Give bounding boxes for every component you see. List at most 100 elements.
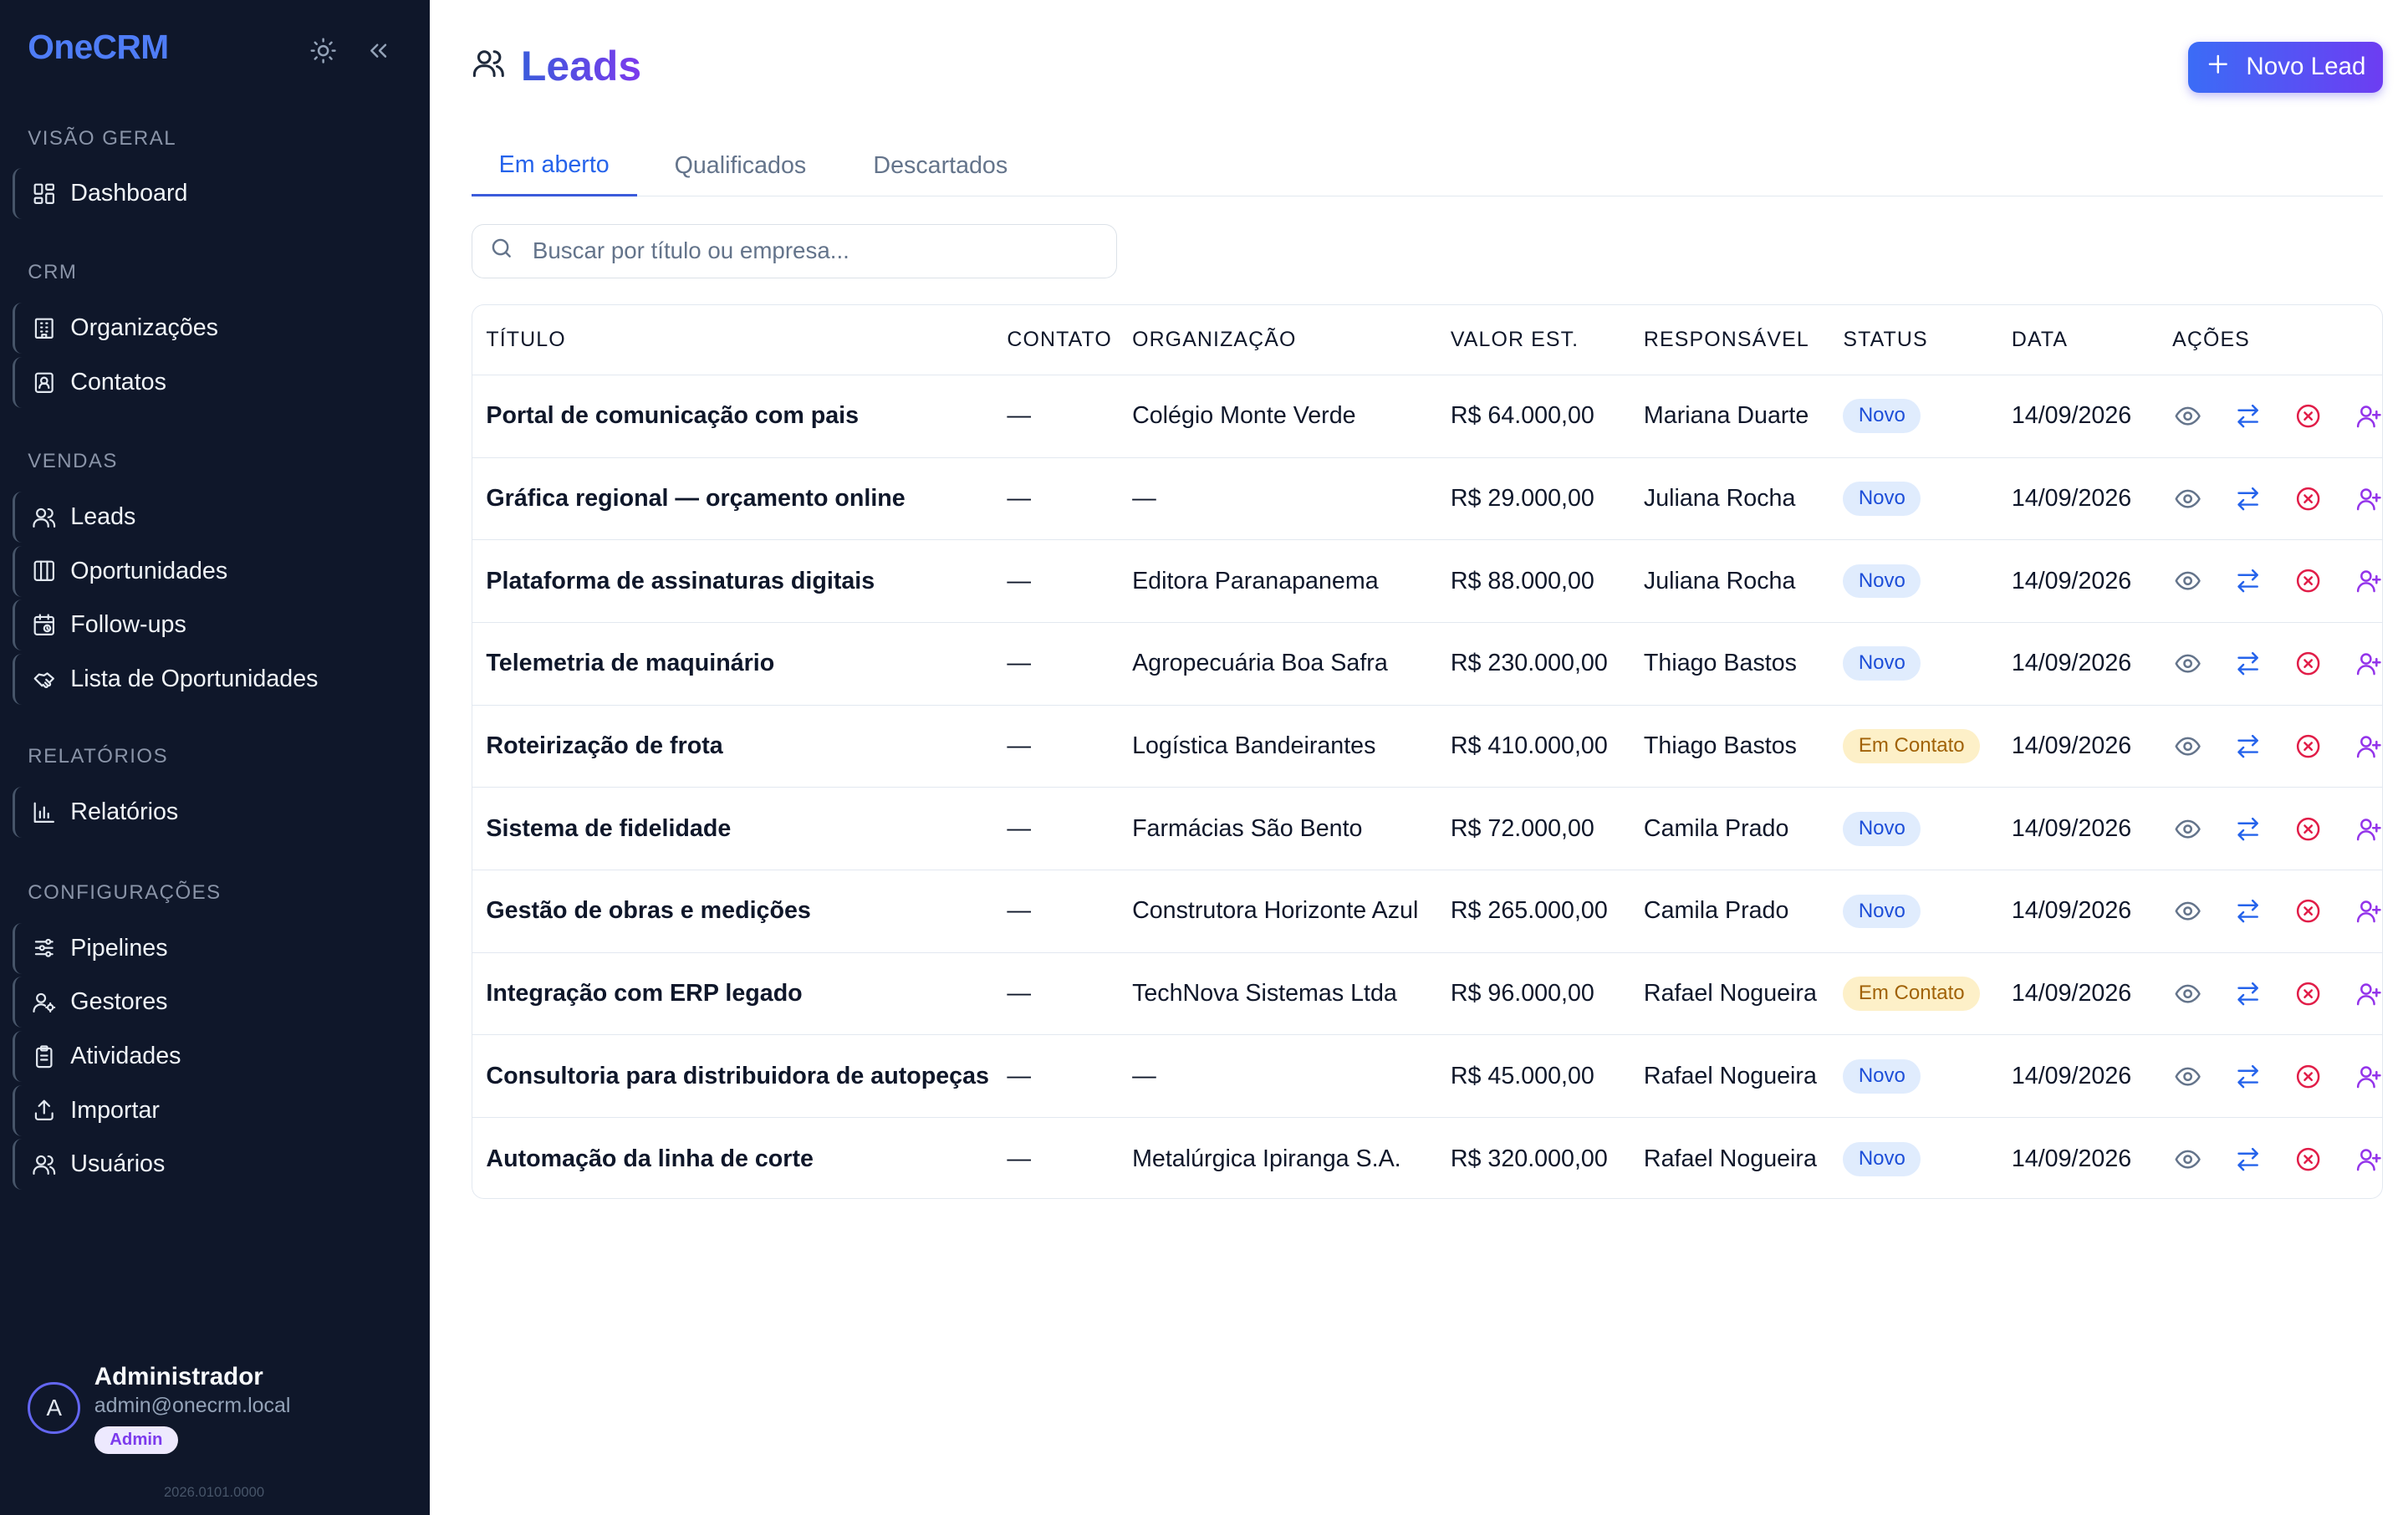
avatar[interactable]: A — [28, 1381, 81, 1435]
table-row[interactable]: Consultoria para distribuidora de autope… — [472, 1034, 2383, 1119]
view-eye-icon[interactable] — [2174, 980, 2201, 1007]
sidebar-item-organizacoes[interactable]: Organizações — [12, 303, 417, 355]
assign-user-icon[interactable] — [2354, 485, 2382, 513]
cell-value: R$ 72.000,00 — [1436, 787, 1630, 871]
assign-user-icon[interactable] — [2354, 732, 2382, 760]
status-tabs: Em aberto Qualificados Descartados — [471, 136, 2384, 196]
convert-arrows-icon[interactable] — [2234, 897, 2262, 925]
sidebar-item-atividades[interactable]: Atividades — [12, 1030, 417, 1082]
table-row[interactable]: Portal de comunicação com pais — Colégio M… — [472, 375, 2383, 458]
column-header-organization[interactable]: ORGANIZAÇÃO — [1118, 305, 1437, 375]
tab-em-aberto[interactable]: Em aberto — [471, 136, 637, 196]
status-badge: Novo — [1843, 482, 1921, 516]
assign-user-icon[interactable] — [2354, 567, 2382, 594]
cell-owner: Juliana Rocha — [1630, 539, 1829, 623]
discard-x-circle-icon[interactable] — [2294, 732, 2322, 760]
discard-x-circle-icon[interactable] — [2294, 1145, 2322, 1173]
tab-descartados[interactable]: Descartados — [850, 136, 1031, 196]
role-badge: Admin — [94, 1426, 178, 1455]
cell-actions — [2158, 705, 2383, 788]
assign-user-icon[interactable] — [2354, 402, 2382, 430]
tab-qualificados[interactable]: Qualificados — [652, 136, 829, 196]
sidebar-item-label: Leads — [70, 502, 136, 530]
convert-arrows-icon[interactable] — [2234, 732, 2262, 760]
assign-user-icon[interactable] — [2354, 1145, 2382, 1173]
table-row[interactable]: Plataforma de assinaturas digitais — Edito… — [472, 539, 2383, 623]
convert-arrows-icon[interactable] — [2234, 1145, 2262, 1173]
sidebar-item-oportunidades[interactable]: Oportunidades — [12, 545, 417, 597]
table-row[interactable]: Integração com ERP legado — TechNova Siste… — [472, 952, 2383, 1036]
assign-user-icon[interactable] — [2354, 897, 2382, 925]
discard-x-circle-icon[interactable] — [2294, 897, 2322, 925]
sidebar-item-relatorios[interactable]: Relatórios — [12, 786, 417, 838]
cell-owner: Thiago Bastos — [1630, 705, 1829, 788]
table-row[interactable]: Automação da linha de corte — Metalúrgica … — [472, 1118, 2383, 1199]
view-eye-icon[interactable] — [2174, 897, 2201, 925]
cell-status: Novo — [1829, 870, 1998, 953]
sidebar-item-contatos[interactable]: Contatos — [12, 357, 417, 408]
column-header-value[interactable]: VALOR EST. — [1436, 305, 1630, 375]
new-lead-button[interactable]: Novo Lead — [2188, 41, 2384, 93]
app-brand[interactable]: OneCRM — [28, 28, 169, 67]
collapse-sidebar-icon[interactable] — [365, 37, 392, 71]
cell-organization: Colégio Monte Verde — [1118, 375, 1437, 458]
discard-x-circle-icon[interactable] — [2294, 567, 2322, 594]
column-header-contact[interactable]: CONTATO — [992, 305, 1119, 375]
convert-arrows-icon[interactable] — [2234, 650, 2262, 677]
sidebar-item-dashboard[interactable]: Dashboard — [12, 168, 417, 220]
assign-user-icon[interactable] — [2354, 980, 2382, 1007]
assign-user-icon[interactable] — [2354, 815, 2382, 843]
column-header-date[interactable]: DATA — [1997, 305, 2159, 375]
convert-arrows-icon[interactable] — [2234, 567, 2262, 594]
sidebar-item-gestores[interactable]: Gestores — [12, 977, 417, 1028]
sidebar-item-usuarios[interactable]: Usuários — [12, 1139, 417, 1191]
view-eye-icon[interactable] — [2174, 402, 2201, 430]
convert-arrows-icon[interactable] — [2234, 485, 2262, 513]
convert-arrows-icon[interactable] — [2234, 815, 2262, 843]
column-header-status[interactable]: STATUS — [1829, 305, 1998, 375]
cell-date: 14/09/2026 — [2011, 1145, 2132, 1172]
view-eye-icon[interactable] — [2174, 732, 2201, 760]
sidebar-item-lista-de-oportunidades[interactable]: Lista de Oportunidades — [12, 653, 417, 705]
dashboard-icon — [32, 181, 70, 207]
view-eye-icon[interactable] — [2174, 485, 2201, 513]
discard-x-circle-icon[interactable] — [2294, 650, 2322, 677]
sidebar-item-importar[interactable]: Importar — [12, 1084, 417, 1136]
column-header-owner[interactable]: RESPONSÁVEL — [1630, 305, 1829, 375]
sidebar-item-label: Usuários — [70, 1150, 166, 1178]
discard-x-circle-icon[interactable] — [2294, 815, 2322, 843]
cell-date: 14/09/2026 — [1997, 457, 2159, 541]
table-row[interactable]: Telemetria de maquinário — Agropecuária Bo… — [472, 622, 2383, 706]
view-eye-icon[interactable] — [2174, 650, 2201, 677]
view-eye-icon[interactable] — [2174, 1063, 2201, 1090]
discard-x-circle-icon[interactable] — [2294, 980, 2322, 1007]
sidebar-item-label: Contatos — [70, 369, 166, 395]
convert-arrows-icon[interactable] — [2234, 980, 2262, 1007]
view-eye-icon[interactable] — [2174, 567, 2201, 594]
sidebar-item-leads[interactable]: Leads — [12, 491, 417, 543]
table-row[interactable]: Gestão de obras e medições — Construtora H… — [472, 870, 2383, 953]
users-icon — [472, 42, 506, 90]
search-input[interactable] — [532, 237, 1089, 265]
sidebar-item-follow-ups[interactable]: Follow-ups — [12, 599, 417, 651]
convert-arrows-icon[interactable] — [2234, 1063, 2262, 1090]
view-eye-icon[interactable] — [2174, 815, 2201, 843]
table-row[interactable]: Roteirização de frota — Logística Bandeira… — [472, 705, 2383, 788]
sidebar-item-pipelines[interactable]: Pipelines — [12, 922, 417, 974]
theme-toggle-icon[interactable] — [309, 37, 337, 71]
convert-arrows-icon[interactable] — [2234, 402, 2262, 430]
assign-user-icon[interactable] — [2354, 1063, 2382, 1090]
cell-actions — [2158, 539, 2383, 623]
table-row[interactable]: Gráfica regional — orçamento online — — R$ … — [472, 457, 2383, 541]
cell-title: Automação da linha de corte — [486, 1145, 814, 1172]
cell-date: 14/09/2026 — [1997, 787, 2159, 871]
discard-x-circle-icon[interactable] — [2294, 485, 2322, 513]
column-header-title[interactable]: TÍTULO — [472, 305, 993, 375]
discard-x-circle-icon[interactable] — [2294, 1063, 2322, 1090]
assign-user-icon[interactable] — [2354, 650, 2382, 677]
table-row[interactable]: Sistema de fidelidade — Farmácias São Bent… — [472, 787, 2383, 871]
view-eye-icon[interactable] — [2174, 1145, 2201, 1173]
sidebar-item-label: Importar — [70, 1096, 160, 1124]
discard-x-circle-icon[interactable] — [2294, 402, 2322, 430]
cell-title: Integração com ERP legado — [472, 952, 993, 1036]
